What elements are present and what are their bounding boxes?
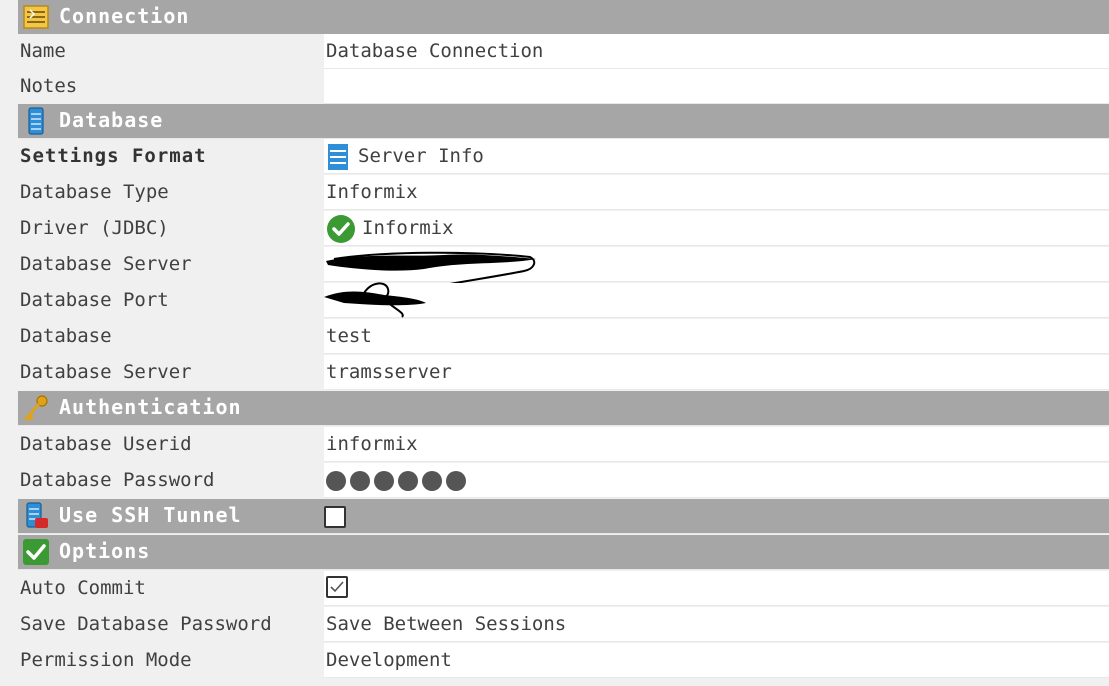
property-label: Name	[18, 34, 324, 69]
row-database-server[interactable]: Database Server	[18, 247, 1109, 288]
row-database-port[interactable]: Database Port	[18, 282, 1109, 318]
section-title: Connection	[59, 4, 190, 28]
row-auto-commit[interactable]: Auto Commit	[18, 571, 1109, 606]
auto-commit-checkbox[interactable]	[326, 575, 348, 598]
row-userid[interactable]: Database Userid informix	[18, 427, 1109, 462]
checkmark-icon	[23, 539, 49, 565]
database-value[interactable]: test	[324, 319, 1109, 354]
server-info-icon	[328, 143, 348, 170]
database-type-value[interactable]: Informix	[324, 175, 1109, 210]
ssh-tunnel-checkbox[interactable]	[324, 506, 346, 528]
redaction-scribble	[324, 282, 426, 318]
property-label: Save Database Password	[18, 607, 324, 642]
key-icon	[24, 395, 48, 421]
section-options[interactable]: Options	[18, 535, 1109, 570]
ssh-server-icon	[26, 502, 48, 528]
row-notes[interactable]: Notes	[18, 69, 1109, 104]
row-database[interactable]: Database test	[18, 319, 1109, 354]
property-label: Database Port	[18, 283, 324, 318]
section-title: Options	[59, 539, 151, 563]
userid-value[interactable]: informix	[324, 427, 1109, 462]
row-settings-format[interactable]: Settings Format Server Info	[18, 139, 1109, 174]
section-title: Database	[59, 108, 164, 132]
row-database-type[interactable]: Database Type Informix	[18, 175, 1109, 210]
property-label: Database Type	[18, 175, 324, 210]
section-title: Authentication	[59, 395, 242, 419]
database-port-value[interactable]	[324, 283, 1109, 318]
connection-icon	[23, 5, 49, 29]
section-title: Use SSH Tunnel	[59, 503, 242, 527]
row-password[interactable]: Database Password	[18, 463, 1109, 498]
row-name[interactable]: Name Database Connection	[18, 34, 1109, 69]
property-label: Settings Format	[18, 139, 324, 174]
section-authentication[interactable]: Authentication	[18, 391, 1109, 426]
property-label: Database Server	[18, 247, 324, 282]
check-icon	[330, 580, 344, 592]
property-label: Driver (JDBC)	[18, 211, 324, 246]
row-driver[interactable]: Driver (JDBC) Informix	[18, 211, 1109, 246]
settings-format-value[interactable]: Server Info	[324, 139, 1109, 174]
section-connection[interactable]: Connection	[18, 0, 1109, 35]
property-label: Database Server	[18, 355, 324, 390]
property-label: Database	[18, 319, 324, 354]
section-ssh-tunnel[interactable]: Use SSH Tunnel	[18, 499, 1109, 534]
row-save-password[interactable]: Save Database Password Save Between Sess…	[18, 607, 1109, 642]
settings-format-text: Server Info	[358, 145, 484, 167]
property-label: Database Userid	[18, 427, 324, 462]
permission-mode-value[interactable]: Development	[324, 643, 1109, 678]
auto-commit-value[interactable]	[324, 571, 1109, 606]
property-label: Notes	[18, 69, 324, 104]
database-icon	[28, 107, 44, 135]
name-value[interactable]: Database Connection	[324, 34, 1109, 69]
section-database[interactable]: Database	[18, 104, 1109, 139]
property-label: Database Password	[18, 463, 324, 498]
row-database-server-2[interactable]: Database Server tramsserver	[18, 355, 1109, 390]
property-label: Auto Commit	[18, 571, 324, 606]
save-password-value[interactable]: Save Between Sessions	[324, 607, 1109, 642]
password-value[interactable]	[324, 463, 1109, 498]
driver-text: Informix	[362, 217, 454, 239]
notes-value[interactable]	[324, 69, 1109, 104]
database-server-2-value[interactable]: tramsserver	[324, 355, 1109, 390]
check-circle-icon	[327, 214, 355, 243]
driver-value[interactable]: Informix	[324, 211, 1109, 246]
property-label: Permission Mode	[18, 643, 324, 678]
row-permission-mode[interactable]: Permission Mode Development	[18, 643, 1109, 678]
